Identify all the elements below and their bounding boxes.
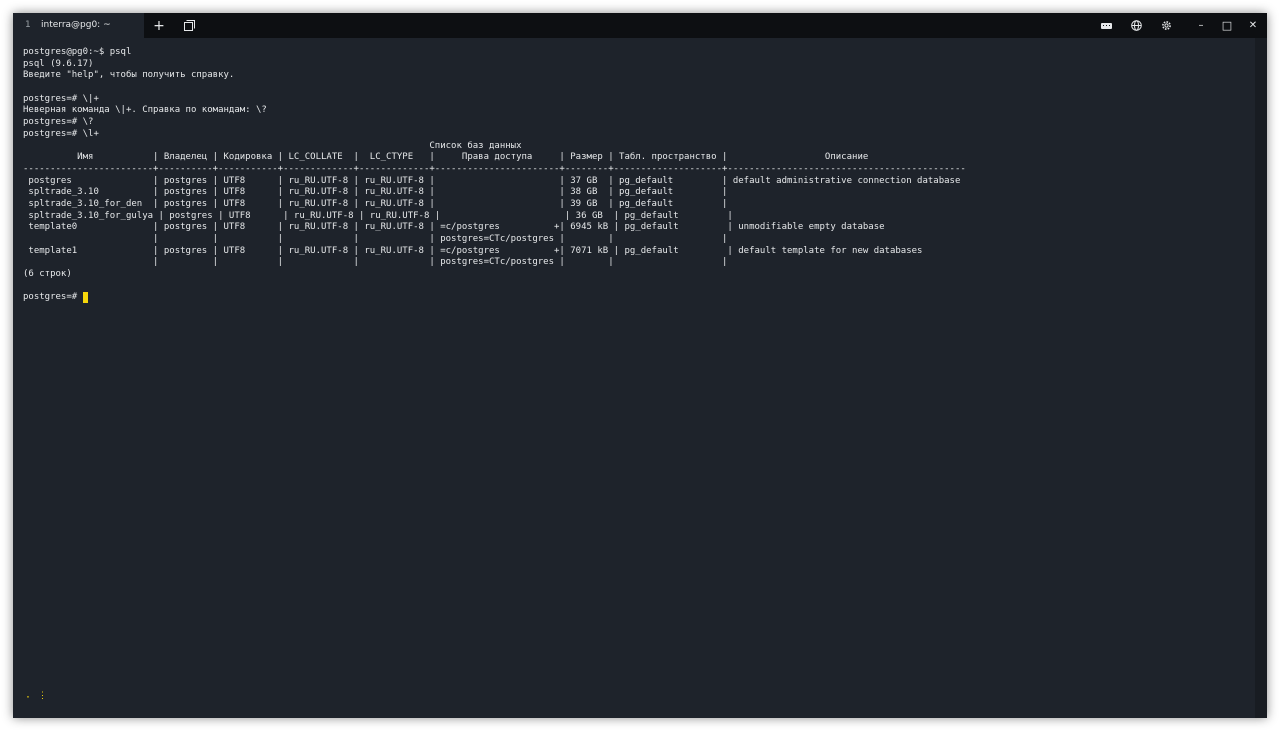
prompt: postgres=# [23,292,83,303]
tabs-overview-button[interactable] [177,13,201,38]
terminal-line: Список баз данных [23,140,522,151]
terminal-line: psql (9.6.17) [23,58,94,69]
title-bar: 1 interra@pg0: ~ + – □ ✕ [13,13,1267,38]
close-icon: ✕ [1248,20,1258,31]
close-button[interactable]: ✕ [1241,13,1265,38]
terminal-line: (6 строк) [23,269,72,280]
maximize-icon: □ [1221,19,1233,32]
terminal-line: template0 | postgres | UTF8 | ru_RU.UTF-… [23,222,885,233]
terminal-tab[interactable]: 1 interra@pg0: ~ [13,13,144,38]
new-tab-button[interactable]: + [147,13,171,38]
keyboard-icon [1100,22,1112,29]
terminal-line: postgres | postgres | UTF8 | ru_RU.UTF-8… [23,175,961,186]
terminal-line: | | | | | postgres=CTc/postgres | | | [23,257,728,268]
minimize-icon: – [1198,20,1204,31]
terminal-line: ------------------------+----------+----… [23,163,966,174]
globe-icon [1130,20,1142,31]
terminal-output[interactable]: postgres@pg0:~$ psql psql (9.6.17) Введите… [23,47,1258,707]
terminal-line: postgres@pg0:~$ psql [23,47,132,57]
status-indicator: ⠄ ⋮ [26,691,48,701]
terminal-line: Неверная команда \|+. Справка по команда… [23,105,267,116]
minimize-button[interactable]: – [1189,13,1213,38]
settings-icon [1161,21,1171,30]
tabs-overview-icon [183,20,195,31]
maximize-button[interactable]: □ [1215,13,1239,38]
terminal-lines: postgres@pg0:~$ psql psql (9.6.17) Введите… [23,47,1258,292]
terminal-line: spltrade_3.10_for_gulya | postgres | UTF… [23,210,733,221]
settings-button[interactable] [1154,13,1178,38]
tab-number: 1 [25,20,31,30]
scrollbar[interactable] [1255,38,1267,718]
prompt-line: postgres=# [23,292,1258,304]
terminal-line: postgres=# \? [23,117,94,128]
terminal-line: postgres=# \l+ [23,128,99,139]
new-tab-icon: + [153,17,165,34]
terminal-line: | | | | | postgres=CTc/postgres | | | [23,234,728,244]
keyboard-layout-button[interactable] [1094,13,1118,38]
terminal-window: 1 interra@pg0: ~ + – □ ✕ postgres@pg0:~$… [13,13,1267,718]
terminal-line: Введите "help", чтобы получить справку. [23,70,235,81]
language-button[interactable] [1124,13,1148,38]
terminal-line: postgres=# \|+ [23,93,99,104]
tab-title: interra@pg0: ~ [41,20,111,30]
terminal-line: spltrade_3.10_for_den | postgres | UTF8 … [23,198,728,209]
terminal-line: template1 | postgres | UTF8 | ru_RU.UTF-… [23,245,923,256]
terminal-line: Имя | Владелец | Кодировка | LC_COLLATE … [23,152,869,163]
terminal-line: spltrade_3.10 | postgres | UTF8 | ru_RU.… [23,187,728,198]
text-cursor [82,292,88,304]
